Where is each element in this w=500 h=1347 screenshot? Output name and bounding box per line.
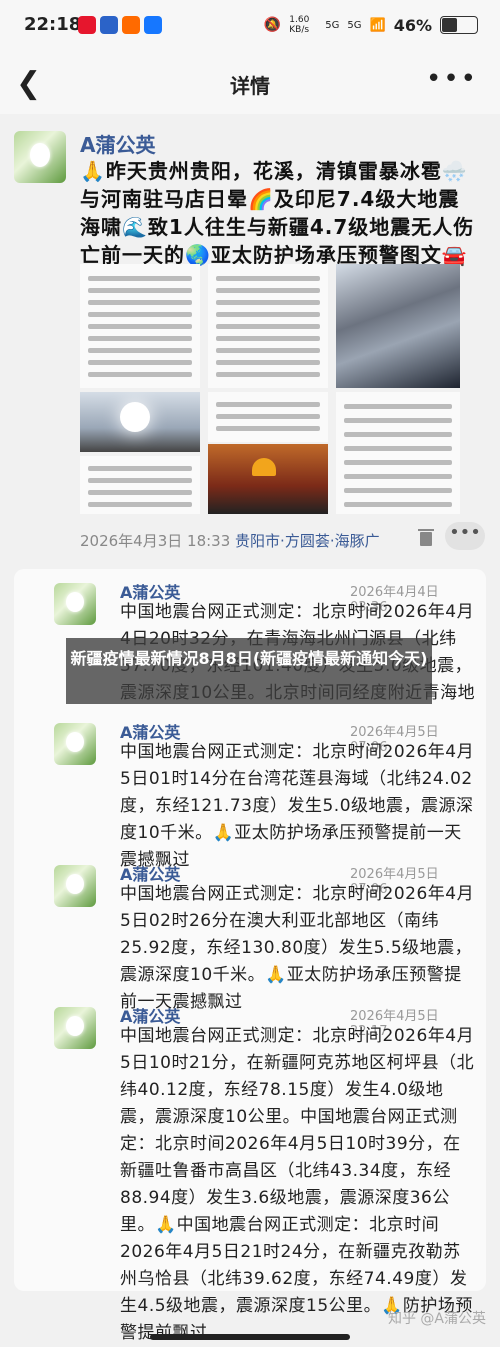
image-rescue-worker[interactable] (208, 444, 328, 514)
reply-item: A蒲公英 2026年4月5日 07:06 中国地震台网正式测定：北京时间2026… (54, 713, 474, 870)
image-screenshot-3[interactable] (80, 456, 200, 514)
alipay-icon (144, 16, 162, 34)
net-speed: 1.60 KB/s (289, 15, 310, 35)
post-timestamp: 2026年4月3日 18:33 (80, 532, 231, 550)
message-icon (100, 16, 118, 34)
avatar[interactable] (54, 865, 96, 907)
post-text: 🙏昨天贵州贵阳，花溪，清镇雷暴冰雹🌨️与河南驻马店日晕🌈及印尼7.4级大地震海啸… (80, 159, 475, 267)
image-screenshot-5[interactable] (336, 392, 460, 514)
more-options-icon[interactable]: ••• (426, 64, 478, 94)
post-location[interactable]: 贵阳市·方圆荟·海豚广 (235, 532, 380, 550)
headline-overlay: 新疆疫情最新情况8月8日(新疆疫情最新通知今天) (66, 638, 432, 704)
reply-text: 中国地震台网正式测定：北京时间2026年4月5日02时26分在澳大利亚北部地区（… (120, 884, 475, 1012)
post-meta: 2026年4月3日 18:33 贵阳市·方圆荟·海豚广 (80, 530, 380, 551)
post-image-grid (80, 264, 460, 514)
avatar[interactable] (14, 131, 66, 183)
nav-bar: ❮ 详情 ••• (0, 52, 500, 114)
status-right: 🔕 1.60 KB/s 5G 5G 📶 46% (264, 15, 478, 35)
overlay-title: 新疆疫情最新情况8月8日(新疆疫情最新通知今天) (70, 649, 428, 668)
wifi-icon: 📶 (369, 17, 386, 33)
watermark: 知乎 @A蒲公英 (387, 1311, 486, 1327)
post-author[interactable]: A蒲公英 (80, 129, 155, 158)
post-more-button[interactable]: ••• (445, 522, 485, 550)
status-bar: 22:18 🔕 1.60 KB/s 5G 5G 📶 46% (0, 0, 500, 52)
home-indicator (150, 1334, 350, 1340)
trash-icon[interactable] (418, 528, 434, 546)
avatar[interactable] (54, 723, 96, 765)
notification-icons (78, 16, 162, 34)
image-screenshot-1[interactable] (80, 264, 200, 388)
reply-item: A蒲公英 2026年4月5日 07:06 中国地震台网正式测定：北京时间2026… (54, 855, 474, 1012)
signal-5g-1: 5G (325, 19, 340, 31)
mute-icon: 🔕 (263, 17, 282, 33)
status-time: 22:18 (24, 14, 82, 35)
battery-icon (440, 16, 478, 34)
reply-text: 中国地震台网正式测定：北京时间2026年4月5日10时21分，在新疆阿克苏地区柯… (120, 1026, 475, 1343)
signal-5g-2: 5G (347, 19, 362, 31)
image-screenshot-4[interactable] (208, 392, 328, 442)
taobao-icon (122, 16, 140, 34)
image-screenshot-2[interactable] (208, 264, 328, 388)
avatar[interactable] (54, 583, 96, 625)
weibo-icon (78, 16, 96, 34)
image-sun-halo[interactable] (80, 392, 200, 452)
battery-text: 46% (393, 15, 432, 35)
reply-item: A蒲公英 2026年4月5日 22:17 中国地震台网正式测定：北京时间2026… (54, 997, 474, 1343)
avatar[interactable] (54, 1007, 96, 1049)
image-hail[interactable] (336, 264, 460, 388)
reply-text: 中国地震台网正式测定：北京时间2026年4月5日01时14分在台湾花莲县海域（北… (120, 742, 475, 870)
